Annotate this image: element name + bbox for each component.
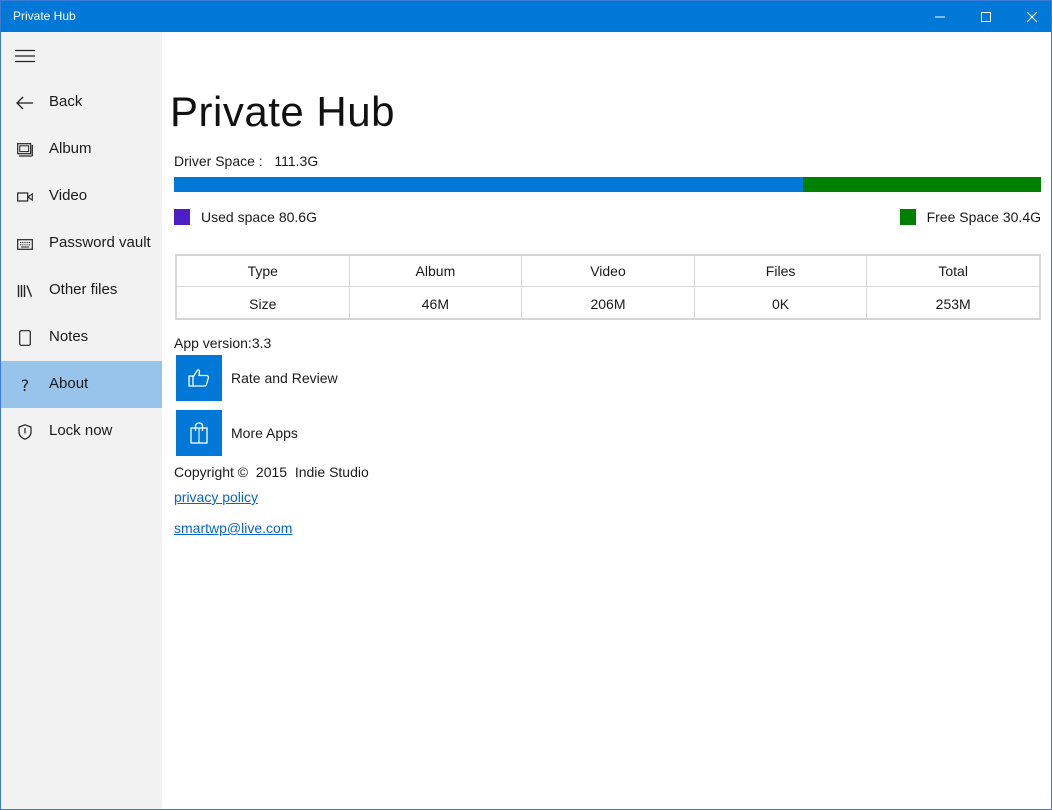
minimize-icon [935, 16, 945, 17]
storage-table: Type Album Video Files Total Size 46M 20… [175, 254, 1041, 320]
sidebar-item-notes[interactable]: Notes [1, 314, 162, 361]
sidebar-item-other-files[interactable]: Other files [1, 267, 162, 314]
table-header-cell: Files [695, 256, 868, 286]
table-row: Size 46M 206M 0K 253M [177, 288, 1039, 319]
thumbs-up-icon [188, 369, 210, 387]
drive-space-label: Driver Space : 111.3G [174, 153, 319, 169]
legend-used: Used space 80.6G [174, 209, 317, 225]
hamburger-menu-button[interactable] [1, 32, 162, 79]
sidebar-item-label: Other files [49, 281, 118, 298]
storage-bar [174, 177, 1041, 192]
sidebar-item-about[interactable]: ? About [1, 361, 162, 408]
app-version: App version:3.3 [174, 335, 272, 351]
sidebar-item-label: Password vault [49, 234, 151, 251]
sidebar-item-label: Back [49, 93, 83, 110]
sidebar-item-back[interactable]: Back [1, 79, 162, 126]
table-cell: 46M [350, 288, 523, 319]
used-space-label: Used space 80.6G [201, 209, 317, 225]
sidebar-item-video[interactable]: Video [1, 173, 162, 220]
sidebar-item-label: Video [49, 187, 88, 204]
rate-tile[interactable] [176, 355, 222, 401]
table-cell: 0K [695, 288, 868, 319]
shield-icon [15, 422, 35, 442]
window-title: Private Hub [13, 9, 76, 23]
email-link[interactable]: smartwp@live.com [174, 520, 292, 536]
sidebar-item-password-vault[interactable]: Password vault [1, 220, 162, 267]
copyright-text: Copyright © 2015 Indie Studio [174, 464, 369, 480]
storage-bar-used [174, 177, 804, 192]
album-icon [15, 140, 35, 160]
sidebar-item-label: Notes [49, 328, 89, 345]
shopping-bag-icon [190, 422, 208, 444]
close-button[interactable] [1009, 1, 1052, 32]
close-icon [1026, 11, 1038, 22]
library-icon [15, 281, 35, 301]
sidebar-item-label: Lock now [49, 422, 113, 439]
table-cell: Size [177, 288, 350, 319]
rate-and-review-label: Rate and Review [231, 370, 338, 386]
rate-and-review-button[interactable]: Rate and Review [176, 355, 476, 401]
sidebar-item-label: About [49, 375, 89, 392]
sidebar: Back Album Video Password vault Other fi [1, 32, 162, 809]
more-apps-tile[interactable] [176, 410, 222, 456]
table-header-row: Type Album Video Files Total [177, 256, 1039, 287]
privacy-policy-link[interactable]: privacy policy [174, 489, 258, 505]
maximize-button[interactable] [963, 1, 1009, 32]
maximize-icon [981, 11, 991, 22]
table-header-cell: Video [522, 256, 695, 286]
legend-free: Free Space 30.4G [899, 209, 1041, 225]
more-apps-label: More Apps [231, 425, 298, 441]
table-cell: 206M [522, 288, 695, 319]
sidebar-item-lock-now[interactable]: Lock now [1, 408, 162, 455]
table-header-cell: Type [177, 256, 350, 286]
video-camera-icon [15, 187, 35, 207]
hamburger-icon [15, 49, 35, 62]
free-space-label: Free Space 30.4G [926, 209, 1041, 225]
main-content: Private Hub Driver Space : 111.3G Used s… [162, 32, 1051, 809]
used-space-swatch [174, 209, 190, 225]
title-bar: Private Hub [1, 1, 1051, 32]
free-space-swatch [899, 209, 916, 225]
page-title: Private Hub [170, 88, 395, 135]
back-arrow-icon [15, 93, 35, 113]
app-window: Private Hub Back Album Video Password va… [0, 0, 1052, 810]
note-icon [15, 328, 35, 348]
table-cell: 253M [935, 295, 971, 312]
keyboard-icon [15, 234, 35, 254]
minimize-button[interactable] [917, 1, 963, 32]
more-apps-button[interactable]: More Apps [176, 410, 476, 456]
table-header-cell: Total [938, 263, 968, 279]
sidebar-item-label: Album [49, 140, 92, 157]
table-header-cell: Album [350, 256, 523, 286]
question-icon: ? [20, 375, 30, 395]
sidebar-item-album[interactable]: Album [1, 126, 162, 173]
